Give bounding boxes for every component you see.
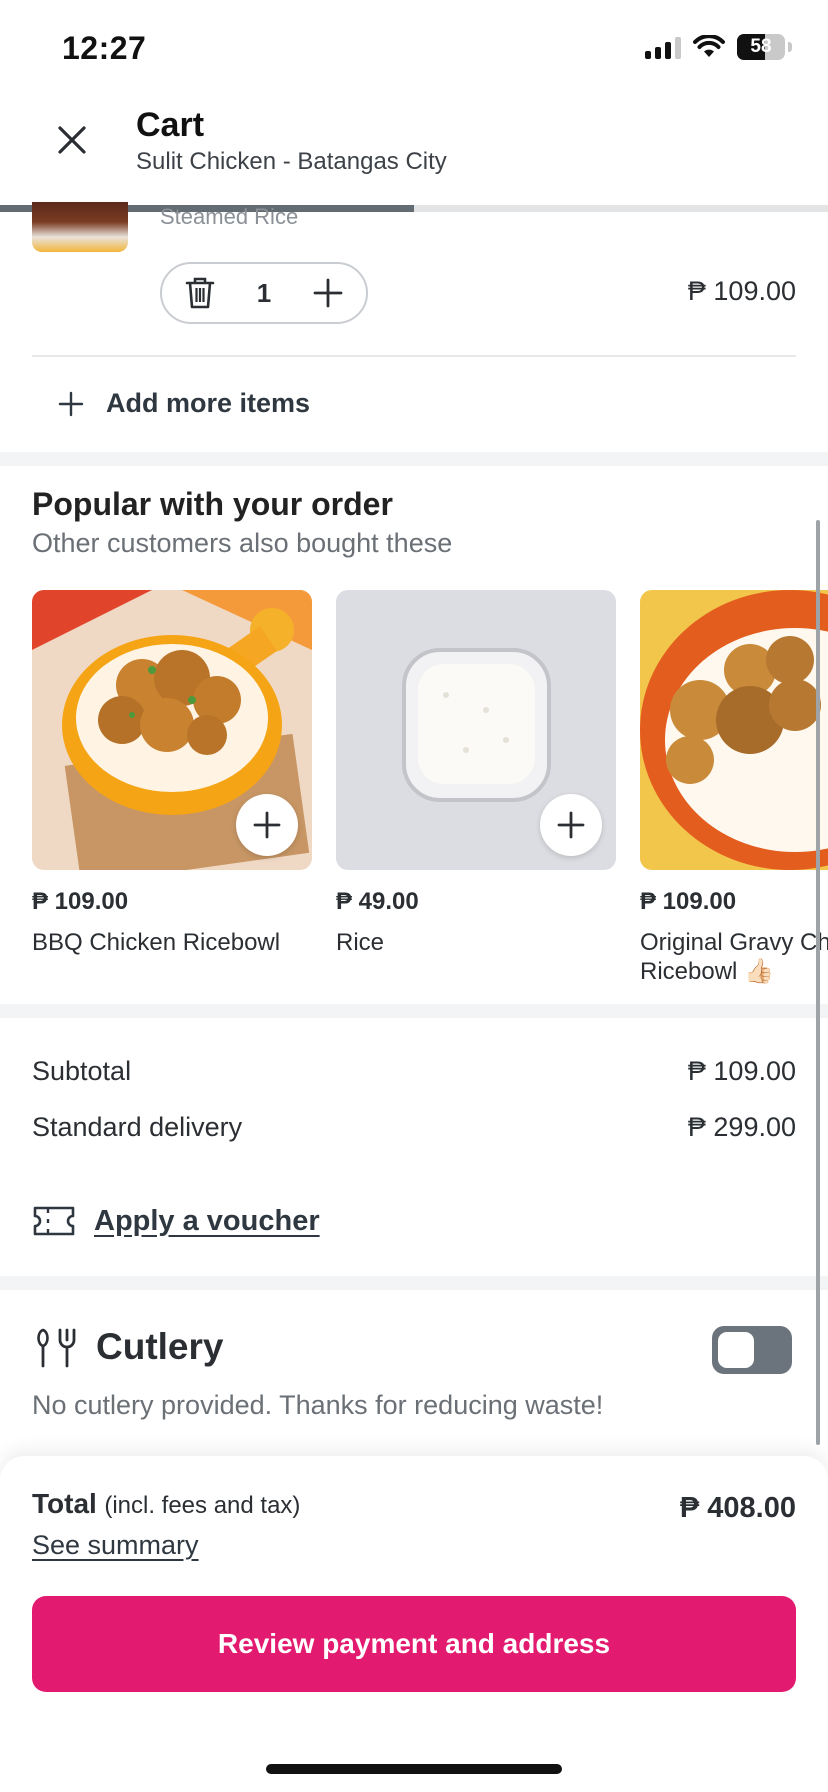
- cellular-signal-icon: [645, 35, 681, 59]
- apply-voucher-link[interactable]: Apply a voucher: [94, 1205, 320, 1238]
- subtotal-label: Subtotal: [32, 1056, 132, 1086]
- section-divider: [0, 452, 828, 466]
- restaurant-name: Sulit Chicken - Batangas City: [136, 148, 447, 175]
- toggle-knob: [718, 1332, 754, 1368]
- apply-voucher-button[interactable]: Apply a voucher: [32, 1204, 320, 1238]
- battery-level: 58: [750, 36, 772, 57]
- item-price: ₱ 109.00: [687, 276, 796, 306]
- cutlery-section: Cutlery No cutlery provided. Thanks for …: [0, 1292, 828, 1462]
- plus-icon: [557, 811, 585, 839]
- add-to-cart-button[interactable]: [236, 794, 298, 856]
- add-more-items-label: Add more items: [106, 388, 311, 418]
- divider: [32, 355, 796, 357]
- product-name: Original Gravy Chicken: [640, 929, 828, 956]
- total-value: ₱ 408.00: [679, 1492, 796, 1524]
- product-image: [32, 590, 312, 870]
- cart-header: Cart Sulit Chicken - Batangas City: [0, 96, 828, 206]
- cutlery-toggle[interactable]: [712, 1326, 792, 1374]
- section-title: Popular with your order: [32, 486, 393, 522]
- total-title: Total: [32, 1488, 97, 1519]
- product-name: Rice: [336, 929, 385, 956]
- item-thumbnail: [32, 202, 128, 252]
- plus-icon[interactable]: [312, 277, 344, 309]
- review-payment-label: Review payment and address: [217, 1628, 611, 1659]
- home-indicator: [266, 1764, 562, 1774]
- checkout-footer: Total (incl. fees and tax) ₱ 408.00 See …: [0, 1456, 828, 1792]
- close-icon: [58, 126, 86, 154]
- product-price: ₱ 109.00: [640, 888, 737, 915]
- trash-icon[interactable]: [184, 276, 216, 310]
- scrollbar[interactable]: [816, 520, 820, 1445]
- product-card[interactable]: ₱ 109.00 Original Gravy Chicken Ricebowl…: [640, 590, 828, 986]
- see-summary-link[interactable]: See summary: [32, 1530, 199, 1561]
- cutlery-title: Cutlery: [96, 1326, 224, 1367]
- price-summary: Subtotal ₱ 109.00 Standard delivery ₱ 29…: [0, 1020, 828, 1276]
- battery-icon: 58: [737, 34, 785, 60]
- section-divider: [0, 1276, 828, 1290]
- subtotal-value: ₱ 109.00: [687, 1056, 796, 1086]
- review-payment-button[interactable]: Review payment and address: [32, 1596, 796, 1692]
- product-card[interactable]: ₱ 109.00 BBQ Chicken Ricebowl: [32, 590, 312, 957]
- voucher-ticket-icon: [33, 1206, 75, 1236]
- item-description: Steamed Rice: [160, 204, 299, 229]
- total-note: (incl. fees and tax): [104, 1492, 301, 1519]
- product-price: ₱ 49.00: [336, 888, 419, 915]
- cart-item: Steamed Rice 1 ₱ 109.00 Add more items: [0, 202, 828, 452]
- quantity-stepper: 1: [160, 262, 368, 324]
- page-title: Cart: [136, 106, 205, 144]
- product-image: [336, 590, 616, 870]
- product-name-line2: Ricebowl 👍🏻: [640, 958, 774, 985]
- product-image: [640, 590, 828, 870]
- delivery-label: Standard delivery: [32, 1112, 243, 1142]
- plus-icon: [58, 391, 84, 416]
- cutlery-description: No cutlery provided. Thanks for reducing…: [32, 1390, 604, 1420]
- popular-section: Popular with your order Other customers …: [0, 468, 828, 1004]
- add-to-cart-button[interactable]: [540, 794, 602, 856]
- product-name: BBQ Chicken Ricebowl: [32, 929, 281, 956]
- recommendation-carousel[interactable]: ₱ 109.00 BBQ Chicken Ricebowl ₱ 49.00 Ri…: [32, 590, 828, 1000]
- status-time: 12:27: [62, 30, 147, 66]
- delivery-value: ₱ 299.00: [687, 1112, 796, 1142]
- plus-icon: [253, 811, 281, 839]
- status-icons: 58: [645, 34, 792, 60]
- add-more-items-button[interactable]: Add more items: [58, 388, 310, 419]
- total-label: Total (incl. fees and tax): [32, 1488, 300, 1520]
- close-button[interactable]: [52, 120, 92, 160]
- section-divider: [0, 1004, 828, 1018]
- subtotal-row: Subtotal ₱ 109.00: [32, 1056, 796, 1087]
- section-subtitle: Other customers also bought these: [32, 528, 453, 558]
- product-card[interactable]: ₱ 49.00 Rice: [336, 590, 616, 957]
- quantity-value: 1: [256, 277, 272, 308]
- product-price: ₱ 109.00: [32, 888, 129, 915]
- delivery-row: Standard delivery ₱ 299.00: [32, 1112, 796, 1143]
- cutlery-icon: [37, 1328, 76, 1368]
- wifi-icon: [693, 35, 725, 57]
- status-bar: 12:27 58: [0, 0, 828, 96]
